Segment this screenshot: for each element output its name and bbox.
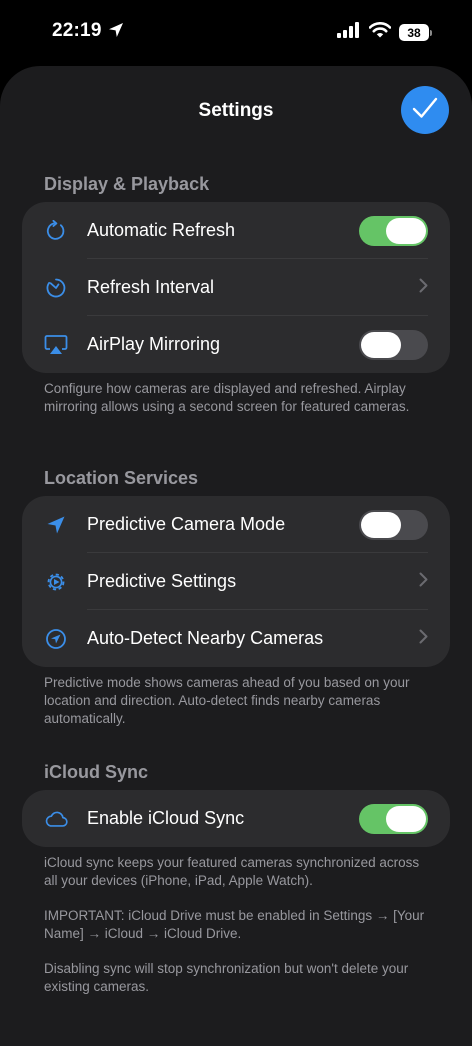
section-header-display: Display & Playback bbox=[44, 174, 210, 194]
predictive-settings-label: Predictive Settings bbox=[87, 571, 237, 591]
location-arrow-icon bbox=[108, 22, 124, 43]
location-arrow-icon bbox=[44, 513, 68, 537]
chevron-right-icon bbox=[419, 278, 428, 298]
enable-icloud-sync-row: Enable iCloud Sync bbox=[22, 790, 450, 847]
gear-icon bbox=[44, 570, 68, 594]
enable-icloud-sync-toggle[interactable] bbox=[359, 803, 428, 834]
cellular-signal-icon bbox=[337, 22, 361, 43]
battery-icon: 38 bbox=[399, 24, 432, 41]
checkmark-icon bbox=[412, 97, 438, 124]
section-header-location: Location Services bbox=[44, 468, 199, 488]
location-footer: Predictive mode shows cameras ahead of y… bbox=[44, 674, 434, 745]
wifi-icon bbox=[368, 22, 392, 43]
section-header-icloud: iCloud Sync bbox=[44, 762, 149, 782]
settings-sheet: Settings Display & Playback Automatic Re… bbox=[0, 66, 472, 1046]
icloud-footer-text-2: IMPORTANT: iCloud Drive must be enabled … bbox=[44, 908, 425, 941]
predictive-camera-mode-label: Predictive Camera Mode bbox=[87, 514, 286, 534]
enable-icloud-sync-label: Enable iCloud Sync bbox=[87, 808, 245, 828]
predictive-camera-mode-row: Predictive Camera Mode bbox=[22, 496, 450, 553]
icloud-footer-text-3: Disabling sync will stop synchronization… bbox=[44, 961, 409, 994]
status-indicators: 38 bbox=[337, 22, 432, 43]
display-group: Automatic Refresh Refresh Interval AirPl… bbox=[22, 202, 450, 373]
automatic-refresh-label: Automatic Refresh bbox=[87, 220, 236, 240]
status-bar: 22:19 38 bbox=[0, 0, 472, 64]
airplay-icon bbox=[44, 333, 68, 357]
location-footer-text: Predictive mode shows cameras ahead of y… bbox=[44, 675, 410, 726]
display-footer: Configure how cameras are displayed and … bbox=[44, 380, 434, 433]
status-time: 22:19 bbox=[52, 20, 102, 41]
chevron-right-icon bbox=[419, 629, 428, 649]
auto-detect-label: Auto-Detect Nearby Cameras bbox=[87, 628, 324, 648]
refresh-interval-label: Refresh Interval bbox=[87, 277, 215, 297]
location-group: Predictive Camera Mode Predictive Settin… bbox=[22, 496, 450, 667]
cloud-icon bbox=[44, 807, 68, 831]
predictive-settings-row[interactable]: Predictive Settings bbox=[22, 553, 450, 610]
battery-level: 38 bbox=[399, 24, 429, 41]
airplay-mirroring-row: AirPlay Mirroring bbox=[22, 316, 450, 373]
refresh-interval-row[interactable]: Refresh Interval bbox=[22, 259, 450, 316]
automatic-refresh-row: Automatic Refresh bbox=[22, 202, 450, 259]
location-circle-icon bbox=[44, 627, 68, 651]
automatic-refresh-toggle[interactable] bbox=[359, 215, 428, 246]
timer-icon bbox=[44, 276, 68, 300]
auto-detect-row[interactable]: Auto-Detect Nearby Cameras bbox=[22, 610, 450, 667]
chevron-right-icon bbox=[419, 572, 428, 592]
refresh-icon bbox=[44, 219, 68, 243]
icloud-group: Enable iCloud Sync bbox=[22, 790, 450, 847]
airplay-mirroring-toggle[interactable] bbox=[359, 329, 428, 360]
display-footer-text: Configure how cameras are displayed and … bbox=[44, 381, 410, 414]
predictive-camera-mode-toggle[interactable] bbox=[359, 509, 428, 540]
airplay-mirroring-label: AirPlay Mirroring bbox=[87, 334, 221, 354]
icloud-footer: iCloud sync keeps your featured cameras … bbox=[44, 854, 434, 1013]
done-button[interactable] bbox=[401, 86, 449, 134]
icloud-footer-text-1: iCloud sync keeps your featured cameras … bbox=[44, 855, 420, 888]
